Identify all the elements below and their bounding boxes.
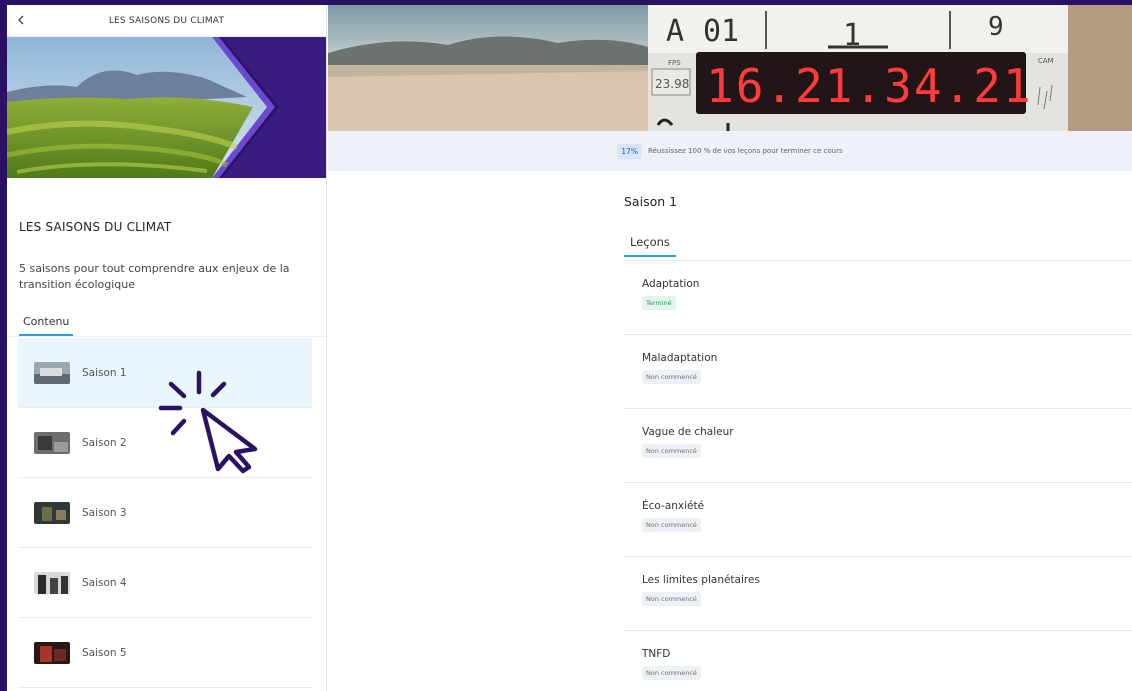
status-badge: Terminé <box>642 296 676 310</box>
slate-take: 9 <box>988 12 1004 42</box>
progress-percent-badge: 17% <box>617 143 643 159</box>
season-label: Saison 4 <box>82 576 127 589</box>
course-sidebar: LES SAISONS DU CLIMAT LES SAISONS DU CLI… <box>7 5 327 691</box>
slate-fps: 23.98 <box>655 77 689 91</box>
lesson-name: TNFD <box>642 648 671 660</box>
course-banner-image <box>7 37 326 178</box>
back-button[interactable] <box>11 9 31 31</box>
slate-roll: 01 <box>703 14 739 49</box>
status-badge: Non commencé <box>642 370 701 384</box>
season-title: Saison 1 <box>624 194 678 209</box>
lesson-name: Adaptation <box>642 278 700 290</box>
lesson-item-maladaptation[interactable]: Maladaptation Non commencé <box>624 335 1132 409</box>
season-thumbnail <box>34 361 70 384</box>
main-content: A 01 1 9 FPS 23.98 16.21.34.21 CAM 17% R… <box>328 5 1132 691</box>
lesson-name: Les limites planétaires <box>642 574 760 586</box>
season-hero-image: A 01 1 9 FPS 23.98 16.21.34.21 CAM <box>328 5 1132 131</box>
lesson-item-vague-de-chaleur[interactable]: Vague de chaleur Non commencé <box>624 409 1132 483</box>
lesson-name: Maladaptation <box>642 352 718 364</box>
season-label: Saison 5 <box>82 646 127 659</box>
click-cursor-icon <box>158 370 258 474</box>
season-item-5[interactable]: Saison 5 <box>18 618 312 688</box>
tab-contenu[interactable]: Contenu <box>19 315 74 336</box>
lesson-item-adaptation[interactable]: Adaptation Terminé <box>624 261 1132 335</box>
season-thumbnail <box>34 431 70 454</box>
course-title: LES SAISONS DU CLIMAT <box>19 220 172 234</box>
lesson-list: Adaptation Terminé Maladaptation Non com… <box>624 261 1132 691</box>
season-thumbnail <box>34 571 70 594</box>
app-window: LES SAISONS DU CLIMAT LES SAISONS DU CLI… <box>7 5 1132 691</box>
season-label: Saison 1 <box>82 366 127 379</box>
slate-timecode: 16.21.34.21 <box>706 59 1033 113</box>
status-badge: Non commencé <box>642 592 701 606</box>
slate-scene: A <box>666 14 684 49</box>
status-badge: Non commencé <box>642 666 701 680</box>
course-description: 5 saisons pour tout comprendre aux enjeu… <box>19 262 290 291</box>
lesson-name: Éco-anxiété <box>642 500 705 512</box>
season-item-4[interactable]: Saison 4 <box>18 548 312 618</box>
status-badge: Non commencé <box>642 518 701 532</box>
season-label: Saison 2 <box>82 436 127 449</box>
season-item-3[interactable]: Saison 3 <box>18 478 312 548</box>
season-thumbnail <box>34 641 70 664</box>
chevron-left-icon <box>18 15 24 25</box>
lesson-item-tnfd[interactable]: TNFD Non commencé <box>624 631 1132 691</box>
lesson-item-limites-planetaires[interactable]: Les limites planétaires Non commencé <box>624 557 1132 631</box>
lesson-item-eco-anxiete[interactable]: Éco-anxiété Non commencé <box>624 483 1132 557</box>
status-badge: Non commencé <box>642 444 701 458</box>
tab-divider <box>7 336 326 337</box>
sidebar-header: LES SAISONS DU CLIMAT <box>7 5 326 37</box>
slate-fps-label: FPS <box>668 59 681 67</box>
slate-cam: CAM <box>1038 57 1054 65</box>
progress-message: Réussissez 100 % de vos leçons pour term… <box>648 147 843 155</box>
lesson-name: Vague de chaleur <box>642 426 734 438</box>
tab-lecons[interactable]: Leçons <box>624 235 676 257</box>
sidebar-header-title: LES SAISONS DU CLIMAT <box>108 15 225 26</box>
season-thumbnail <box>34 501 70 524</box>
progress-banner: 17% Réussissez 100 % de vos leçons pour … <box>328 131 1132 171</box>
season-label: Saison 3 <box>82 506 127 519</box>
